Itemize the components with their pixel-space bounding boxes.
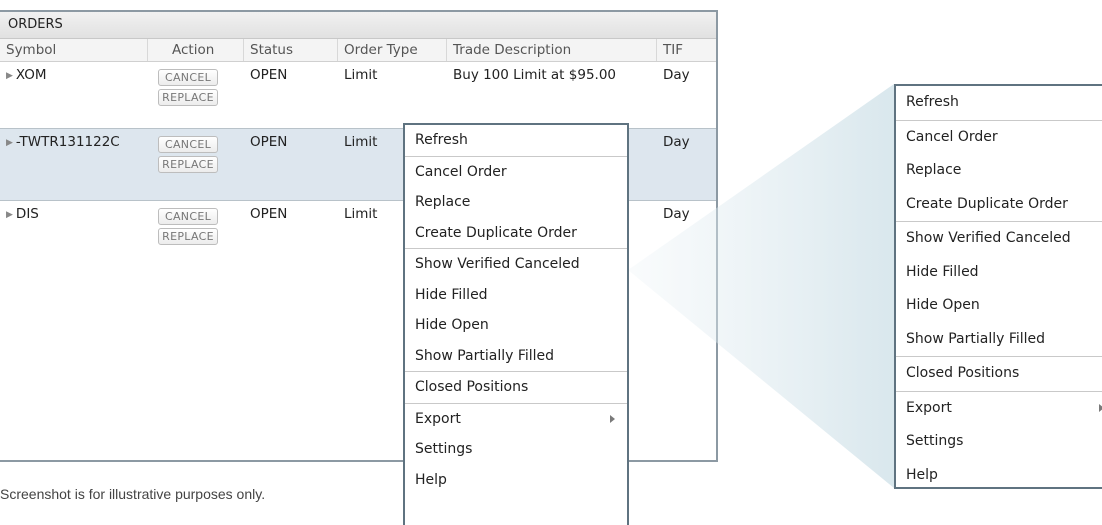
zoom-menu-item-cancel-order: Cancel Order [896,119,1102,155]
status: OPEN [250,206,288,222]
zoom-menu-item-hide-open: Hide Open [906,297,980,313]
zoom-menu-item-replace: Replace [906,162,962,178]
menu-item-settings[interactable]: Settings [405,434,627,465]
order-type: Limit [344,67,378,83]
expand-icon[interactable]: ▶ [6,138,13,148]
expand-icon[interactable]: ▶ [6,210,13,220]
replace-button[interactable]: REPLACE [158,156,218,173]
expand-icon[interactable]: ▶ [6,71,13,81]
status: OPEN [250,67,288,83]
menu-item-hide-open[interactable]: Hide Open [405,310,627,341]
zoom-menu-item-closed-positions: Closed Positions [896,356,1102,391]
menu-item-replace[interactable]: Replace [405,187,627,218]
symbol: DIS [15,206,39,222]
menu-item-create-duplicate-order[interactable]: Create Duplicate Order [405,218,627,249]
disclaimer-note: Screenshot is for illustrative purposes … [0,486,266,502]
replace-button[interactable]: REPLACE [158,89,218,106]
zoom-menu-item-show-verified-canceled: Show Verified Canceled [896,221,1102,256]
menu-item-closed-positions[interactable]: Closed Positions [405,371,627,403]
col-status[interactable]: Status [244,39,338,61]
cancel-button[interactable]: CANCEL [158,136,218,153]
menu-item-help[interactable]: Help [405,465,627,496]
tif: Day [663,134,690,150]
col-order-type[interactable]: Order Type [338,39,447,61]
tif: Day [663,67,690,83]
table-row[interactable]: ▶ XOM CANCEL REPLACE OPEN Limit Buy 100 L… [0,62,716,129]
menu-item-refresh[interactable]: Refresh [405,125,627,156]
zoom-menu-item-show-partially-filled: Show Partially Filled [906,330,1046,347]
panel-title: ORDERS [0,12,716,39]
trade-description: Buy 100 Limit at $95.00 [453,67,617,83]
cancel-button[interactable]: CANCEL [158,208,218,225]
zoomed-context-menu: Refresh Cancel Order Replace Create Dupl… [894,84,1102,489]
cancel-button[interactable]: CANCEL [158,69,218,86]
menu-item-show-verified-canceled[interactable]: Show Verified Canceled [405,248,627,280]
tif: Day [663,206,690,222]
submenu-arrow-icon [610,414,615,423]
zoom-menu-item-export: Export [896,390,1102,426]
symbol: -TWTR131122C [15,134,120,150]
zoom-menu-item-settings: Settings [906,433,964,449]
menu-item-cancel-order[interactable]: Cancel Order [405,155,627,188]
menu-item-hide-filled[interactable]: Hide Filled [405,280,627,311]
zoom-menu-item-create-duplicate-order: Create Duplicate Order [906,195,1068,212]
context-menu: Refresh Cancel Order Replace Create Dupl… [403,123,629,525]
symbol: XOM [15,67,47,83]
status: OPEN [250,134,288,150]
table-header: Symbol Action Status Order Type Trade De… [0,39,716,62]
col-trade-description[interactable]: Trade Description [447,39,657,61]
replace-button[interactable]: REPLACE [158,228,218,245]
zoom-menu-item-help: Help [906,466,938,483]
col-symbol[interactable]: Symbol [0,39,148,61]
zoom-menu-item-hide-filled: Hide Filled [906,263,979,280]
col-tif[interactable]: TIF [657,39,717,61]
menu-item-export[interactable]: Export [405,402,627,435]
menu-item-show-partially-filled[interactable]: Show Partially Filled [405,341,627,372]
order-type: Limit [344,206,378,222]
zoom-menu-item-refresh: Refresh [906,94,959,110]
order-type: Limit [344,134,378,150]
col-action[interactable]: Action [148,39,244,61]
